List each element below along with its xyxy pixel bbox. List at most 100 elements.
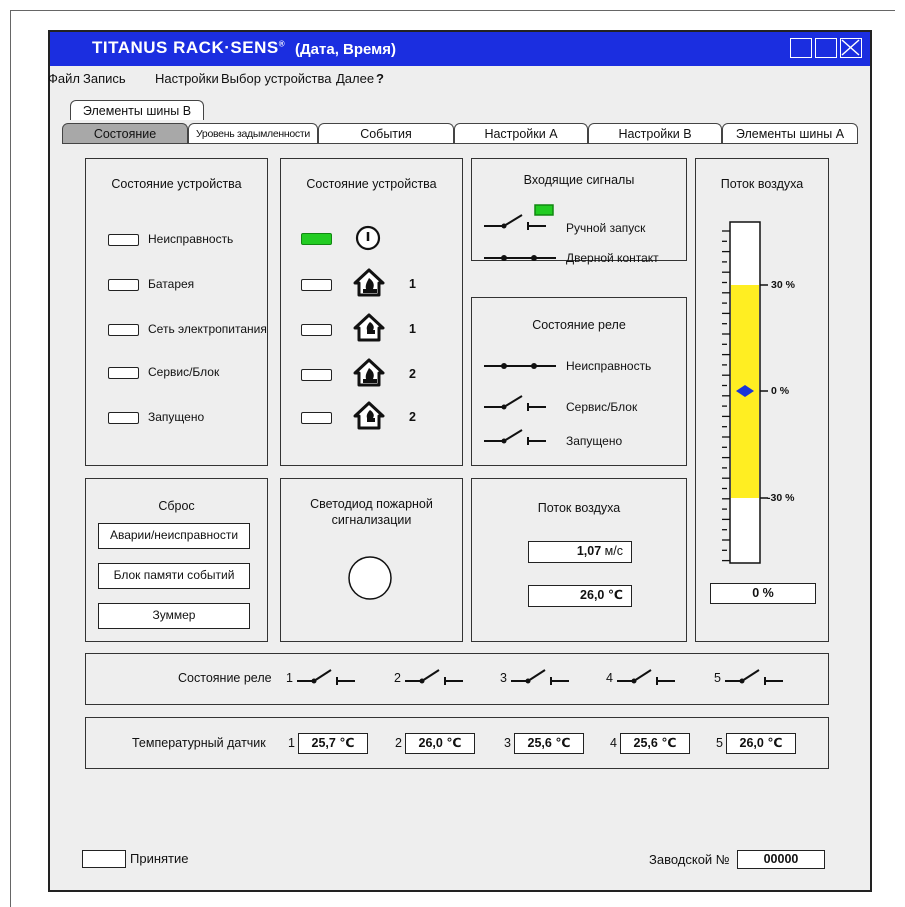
temperature-sensors-label: Температурный датчик [132, 736, 266, 750]
panel-title-line-1: Светодиод пожарной [310, 497, 433, 511]
outer-frame-top [10, 10, 895, 11]
zone-1-prealarm-indicator [301, 324, 332, 336]
house-smoke-icon [353, 401, 385, 430]
relay-number: 2 [394, 671, 401, 685]
tab-status[interactable]: Состояние [62, 123, 188, 143]
panel-title: Состояние реле [532, 318, 626, 332]
temperature-sensor-number: 3 [504, 736, 511, 750]
input-signals-panel: Входящие сигналы Ручной запуск Дверной к… [471, 158, 687, 265]
house-fire-icon [353, 268, 385, 297]
menu-record[interactable]: Запись [83, 71, 126, 86]
fault-relay-label: Неисправность [566, 359, 652, 373]
accept-label: Принятие [130, 851, 189, 866]
tab-bus-b[interactable]: Элементы шины В [70, 100, 204, 120]
service-relay-label: Сервис/Блок [566, 400, 638, 414]
tab-divider [62, 143, 858, 144]
temperature-sensor-number: 5 [716, 736, 723, 750]
menu-next[interactable]: Далее [336, 71, 374, 86]
service-indicator [108, 367, 139, 379]
menu-file[interactable]: Файл [48, 71, 80, 86]
fire-led-indicator [348, 556, 392, 600]
panel-title: Поток воздуха [537, 501, 621, 515]
device-status-panel: Состояние устройства Неисправность Батар… [85, 158, 268, 466]
manual-trigger-switch-icon [484, 204, 554, 230]
fault-indicator [108, 234, 139, 246]
tab-events[interactable]: События [318, 123, 454, 143]
panel-title: Состояние устройства [306, 177, 437, 191]
menu-settings[interactable]: Настройки [155, 71, 219, 86]
started-relay-label: Запущено [566, 434, 623, 448]
power-indicator [108, 324, 139, 336]
service-label: Сервис/Блок [148, 365, 220, 379]
relay-number: 3 [500, 671, 507, 685]
relay-open-switch-icon [511, 669, 569, 685]
started-label: Запущено [148, 410, 205, 424]
fault-label: Неисправность [148, 232, 234, 246]
relay-number: 5 [714, 671, 721, 685]
temperature-sensor-number: 4 [610, 736, 617, 750]
temperature-sensor-value: 25,7 ℃ [298, 733, 368, 754]
temperature-sensor-value: 25,6 ℃ [514, 733, 584, 754]
zone-number: 2 [409, 410, 416, 424]
zone-number: 1 [409, 277, 416, 291]
accept-checkbox[interactable] [82, 850, 126, 868]
close-button[interactable] [840, 38, 862, 58]
tab-smoke-level[interactable]: Уровень задымленности [188, 123, 318, 143]
temperature-sensor-value: 25,6 ℃ [620, 733, 690, 754]
reset-panel: Сброс Аварии/неисправности Блок памяти с… [85, 478, 268, 642]
zone-1-alarm-indicator [301, 279, 332, 291]
tab-bus-a[interactable]: Элементы шины А [722, 123, 858, 143]
temperature-sensor-value: 26,0 ℃ [726, 733, 796, 754]
fault-relay-closed-icon [484, 363, 556, 369]
zone-2-alarm-indicator [301, 369, 332, 381]
brand-logo: TITANUS RACK·SENS® [92, 38, 286, 57]
panel-title-line-2: сигнализации [331, 513, 412, 527]
relay-open-switch-icon [405, 669, 463, 685]
maximize-button[interactable] [815, 38, 837, 58]
temperature-sensor-number: 1 [288, 736, 295, 750]
temperature-sensors-panel: Температурный датчик 1 25,7 ℃ 2 26,0 ℃ 3 25,6… [85, 717, 829, 769]
reset-buzzer-button[interactable]: Зуммер [98, 603, 250, 629]
gauge-label-bottom: -30 % [767, 492, 795, 504]
menu-bar: Файл Запись Настройки Выбор устройства Д… [48, 68, 870, 88]
relay-row-panel: Состояние реле 1 2 3 4 5 [85, 653, 829, 705]
battery-indicator [108, 279, 139, 291]
house-smoke-icon [353, 313, 385, 342]
started-indicator [108, 412, 139, 424]
house-fire-icon [353, 358, 385, 387]
reset-event-memory-button[interactable]: Блок памяти событий [98, 563, 250, 589]
started-relay-open-icon [484, 429, 546, 445]
relay-state-panel: Состояние реле Неисправность Сервис/Блок… [471, 297, 687, 466]
relay-number: 1 [286, 671, 293, 685]
zone-number: 1 [409, 322, 416, 336]
relay-row-label: Состояние реле [178, 671, 272, 685]
outer-frame-left [10, 10, 11, 907]
airflow-speed-value: 1,07 м/с [528, 541, 632, 563]
panel-title: Состояние устройства [111, 177, 242, 191]
panel-title: Поток воздуха [720, 177, 804, 191]
window-title: (Дата, Время) [295, 41, 397, 58]
airflow-gauge-panel: Поток воздуха 30 % 0 % -30 % 0 % [695, 158, 829, 642]
reset-alarms-button[interactable]: Аварии/неисправности [98, 523, 250, 549]
relay-open-switch-icon [617, 669, 675, 685]
airflow-temperature-value: 26,0 ℃ [528, 585, 632, 607]
gauge-label-top: 30 % [771, 279, 795, 291]
close-icon [841, 39, 860, 56]
menu-help[interactable]: ? [376, 71, 384, 86]
minimize-button[interactable] [790, 38, 812, 58]
battery-label: Батарея [148, 277, 195, 291]
title-bar: TITANUS RACK·SENS® (Дата, Время) [50, 32, 870, 66]
manual-trigger-label: Ручной запуск [566, 221, 646, 235]
temperature-sensor-value: 26,0 ℃ [405, 733, 475, 754]
gauge-label-mid: 0 % [771, 385, 790, 397]
airflow-percent-value: 0 % [710, 583, 816, 604]
serial-number-label: Заводской № [649, 852, 730, 867]
zone-number: 2 [409, 367, 416, 381]
menu-device-select[interactable]: Выбор устройства [221, 71, 332, 86]
app-window: TITANUS RACK·SENS® (Дата, Время) Файл За… [48, 30, 872, 892]
tab-settings-b[interactable]: Настройки В [588, 123, 722, 143]
airflow-values-panel: Поток воздуха 1,07 м/с 26,0 ℃ [471, 478, 687, 642]
device-status-icons-panel: Состояние устройства 1 1 2 2 [280, 158, 463, 466]
power-label: Сеть электропитания [148, 322, 267, 336]
tab-settings-a[interactable]: Настройки А [454, 123, 588, 143]
